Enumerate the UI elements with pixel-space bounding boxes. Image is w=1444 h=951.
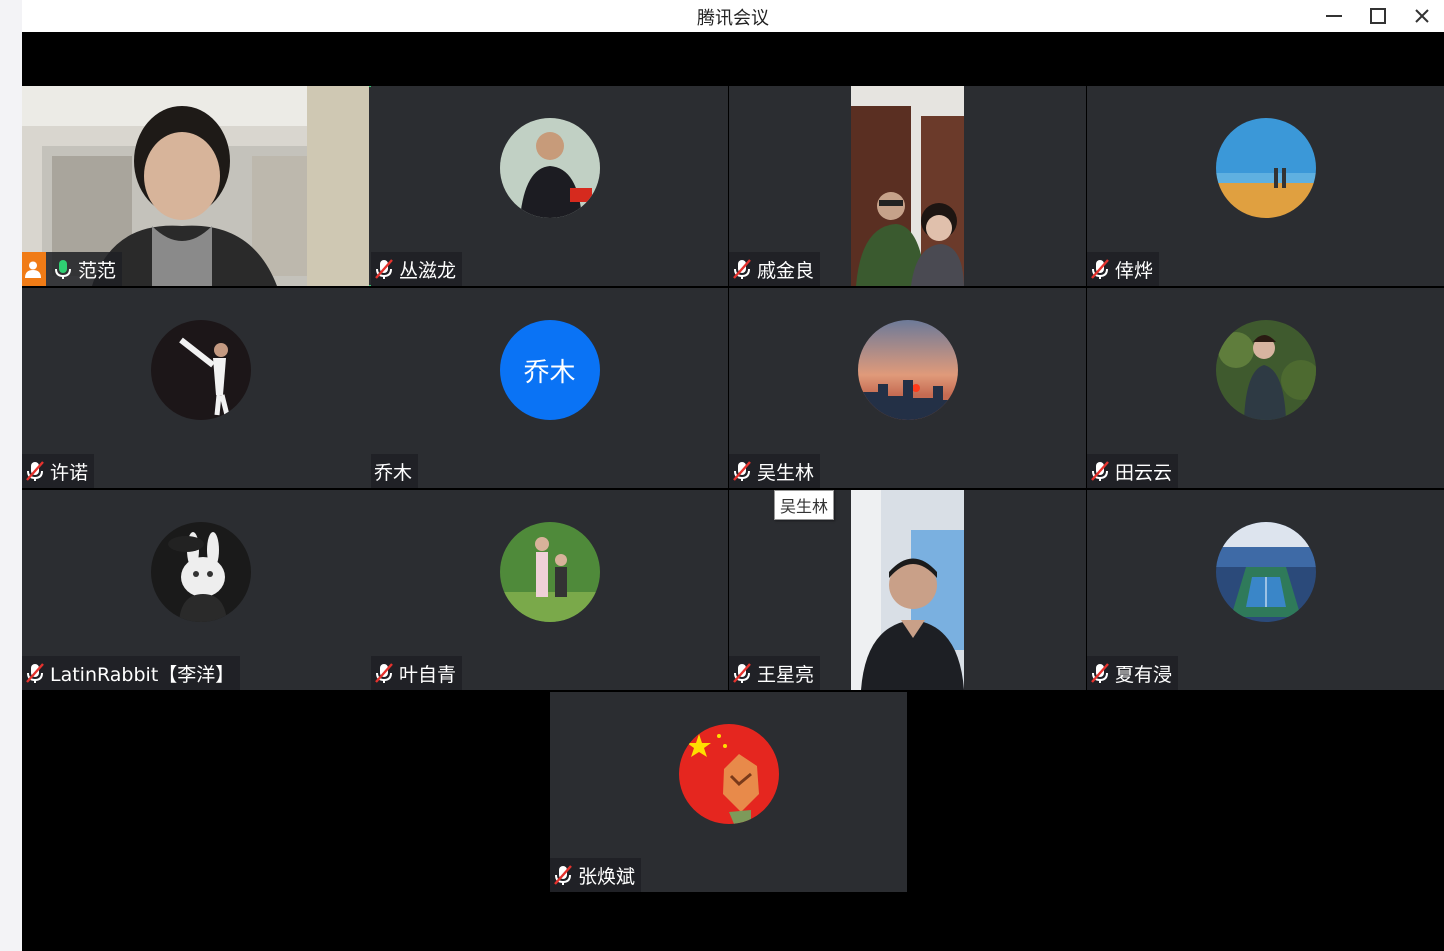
participant-avatar: 乔木 — [499, 320, 600, 420]
microphone-muted-icon[interactable] — [552, 864, 574, 886]
participant-name: LatinRabbit【李洋】 — [50, 663, 235, 686]
participant-avatar — [499, 118, 600, 218]
participant-initials: 乔木 — [499, 320, 600, 420]
name-tag: 夏有浸 — [1087, 656, 1179, 690]
participant-name: 范范 — [78, 259, 117, 282]
participant-avatar — [150, 320, 251, 420]
participant-avatar — [499, 522, 600, 622]
title-bar[interactable]: 腾讯会议 — [22, 0, 1444, 32]
maximize-button[interactable] — [1356, 0, 1400, 32]
participant-tile-2[interactable]: 戚金良 — [729, 86, 1086, 286]
name-tag: 范范 — [22, 252, 123, 286]
participant-avatar — [1215, 522, 1316, 622]
close-icon — [1415, 9, 1429, 23]
participant-name: 田云云 — [1115, 461, 1173, 484]
meeting-window: 腾讯会议 范范 丛滋龙 戚金良 倖烨 许诺 乔木 乔木 吴生林 田云云 Lati… — [22, 0, 1444, 951]
name-tag: 张焕斌 — [550, 858, 642, 892]
name-tag: 倖烨 — [1087, 252, 1160, 286]
microphone-on-icon[interactable] — [52, 258, 74, 280]
person-icon — [25, 261, 41, 278]
participant-name: 乔木 — [374, 461, 413, 484]
participant-tile-7[interactable]: 田云云 — [1087, 288, 1444, 488]
participant-name: 丛滋龙 — [399, 259, 457, 282]
participant-name: 叶自青 — [399, 663, 457, 686]
microphone-muted-icon[interactable] — [731, 662, 753, 684]
minimize-icon — [1326, 15, 1342, 17]
name-tag: 许诺 — [22, 454, 95, 488]
name-tag: 吴生林 — [729, 454, 821, 488]
microphone-muted-icon[interactable] — [24, 662, 46, 684]
participant-tile-5[interactable]: 乔木 乔木 — [371, 288, 728, 488]
name-tag: 乔木 — [371, 454, 419, 488]
microphone-muted-icon[interactable] — [373, 662, 395, 684]
microphone-muted-icon[interactable] — [24, 460, 46, 482]
name-tag: 叶自青 — [371, 656, 463, 690]
maximize-icon — [1370, 8, 1386, 24]
participant-tile-1[interactable]: 丛滋龙 — [371, 86, 728, 286]
participant-tile-4[interactable]: 许诺 — [22, 288, 379, 488]
name-tooltip: 吴生林 — [774, 490, 835, 520]
participant-name: 王星亮 — [757, 663, 815, 686]
microphone-muted-icon[interactable] — [1089, 258, 1111, 280]
microphone-muted-icon[interactable] — [1089, 662, 1111, 684]
minimize-button[interactable] — [1312, 0, 1356, 32]
microphone-muted-icon[interactable] — [373, 258, 395, 280]
participant-tile-12[interactable]: 张焕斌 — [550, 692, 907, 892]
microphone-muted-icon[interactable] — [731, 460, 753, 482]
window-title: 腾讯会议 — [697, 8, 769, 29]
participant-avatar — [857, 320, 958, 420]
participant-name: 夏有浸 — [1115, 663, 1173, 686]
name-tag: 王星亮 — [729, 656, 821, 690]
microphone-muted-icon[interactable] — [1089, 460, 1111, 482]
participant-tile-10[interactable]: 王星亮 — [729, 490, 1086, 690]
participant-avatar — [1215, 320, 1316, 420]
participant-name: 张焕斌 — [578, 865, 636, 888]
host-badge — [22, 252, 46, 286]
name-tag: 戚金良 — [729, 252, 821, 286]
participant-avatar — [678, 724, 779, 824]
participant-name: 许诺 — [50, 461, 89, 484]
participant-tile-8[interactable]: LatinRabbit【李洋】 — [22, 490, 379, 690]
close-button[interactable] — [1400, 0, 1444, 32]
participant-tile-11[interactable]: 夏有浸 — [1087, 490, 1444, 690]
participant-tile-9[interactable]: 叶自青 — [371, 490, 728, 690]
participant-tile-6[interactable]: 吴生林 — [729, 288, 1086, 488]
participant-name: 倖烨 — [1115, 259, 1154, 282]
camera-video — [851, 86, 964, 286]
participant-avatar — [1215, 118, 1316, 218]
name-tag: 田云云 — [1087, 454, 1179, 488]
microphone-muted-icon[interactable] — [731, 258, 753, 280]
camera-video — [851, 490, 964, 690]
name-tag: 丛滋龙 — [371, 252, 463, 286]
name-tag: LatinRabbit【李洋】 — [22, 656, 241, 690]
participant-tile-3[interactable]: 倖烨 — [1087, 86, 1444, 286]
participant-avatar — [150, 522, 251, 622]
participant-name: 吴生林 — [757, 461, 815, 484]
participant-name: 戚金良 — [757, 259, 815, 282]
participant-tile-0[interactable]: 范范 — [22, 86, 379, 286]
